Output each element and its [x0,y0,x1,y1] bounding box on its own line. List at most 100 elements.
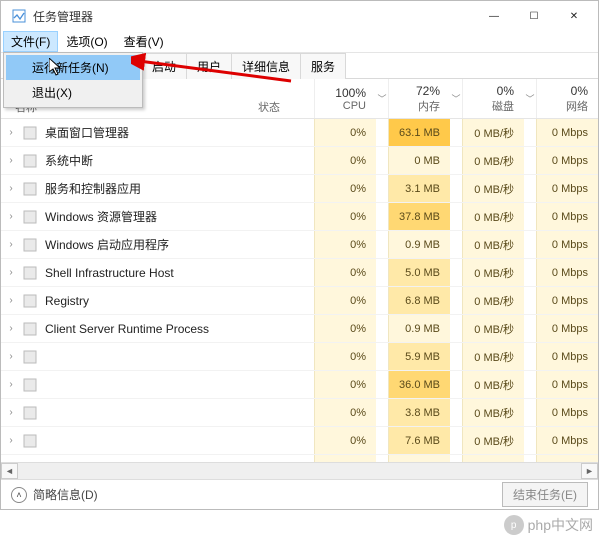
menubar: 文件(F) 选项(O) 查看(V) 运行新任务(N) 退出(X) [1,31,598,53]
process-name: 服务和控制器应用 [43,180,254,197]
process-name: 桌面窗口管理器 [43,124,254,141]
cell-network: 0 Mbps [536,455,598,462]
table-row[interactable]: ›Windows 启动应用程序0%0.9 MB0 MB/秒0 Mbps [1,231,598,259]
menu-view[interactable]: 查看(V) [116,31,172,52]
disk-percent: 0% [465,84,514,98]
col-header-memory[interactable]: 72% 内存 [388,79,450,118]
table-row[interactable]: ›服务和控制器应用0%3.1 MB0 MB/秒0 Mbps [1,175,598,203]
tab-users[interactable]: 用户 [186,53,232,79]
cell-disk: 0 MB/秒 [462,203,524,230]
process-icon [21,125,39,141]
cell-network: 0 Mbps [536,427,598,454]
col-header-disk[interactable]: 0% 磁盘 [462,79,524,118]
expand-icon[interactable]: › [1,155,21,166]
cell-disk: 0 MB/秒 [462,315,524,342]
sort-chevron-icon: ﹀ [450,79,462,118]
process-name: Windows 资源管理器 [43,208,254,225]
col-header-status[interactable]: 状态 [254,79,314,118]
tab-details[interactable]: 详细信息 [231,53,301,79]
process-name: 系统中断 [43,152,254,169]
cell-network: 0 Mbps [536,399,598,426]
scroll-left-button[interactable]: ◄ [1,463,18,479]
menu-exit[interactable]: 退出(X) [6,80,140,105]
table-row[interactable]: ›Client Server Runtime Process0%0.9 MB0 … [1,315,598,343]
menu-run-new-task[interactable]: 运行新任务(N) [6,55,140,80]
expand-icon[interactable]: › [1,323,21,334]
process-icon [21,405,39,421]
cell-disk: 0 MB/秒 [462,231,524,258]
maximize-button[interactable]: ☐ [514,2,554,30]
chevron-up-icon[interactable]: ˄ [11,487,27,503]
table-row[interactable]: ›0%2.0 MB0 MB/秒0 Mbps [1,455,598,462]
expand-icon[interactable]: › [1,127,21,138]
cell-memory: 3.8 MB [388,399,450,426]
cell-cpu: 0% [314,287,376,314]
titlebar[interactable]: 任务管理器 — ☐ ✕ [1,1,598,31]
process-icon [21,293,39,309]
col-header-network[interactable]: 0% 网络 [536,79,598,118]
cell-disk: 0 MB/秒 [462,399,524,426]
menu-options[interactable]: 选项(O) [58,31,115,52]
cell-network: 0 Mbps [536,259,598,286]
watermark: p php中文网 [504,515,593,535]
disk-label: 磁盘 [465,98,514,114]
memory-percent: 72% [391,84,440,98]
cell-cpu: 0% [314,175,376,202]
table-row[interactable]: ›系统中断0%0 MB0 MB/秒0 Mbps [1,147,598,175]
scroll-right-button[interactable]: ► [581,463,598,479]
cell-memory: 0.9 MB [388,315,450,342]
expand-icon[interactable]: › [1,211,21,222]
table-row[interactable]: ›0%5.9 MB0 MB/秒0 Mbps [1,343,598,371]
process-icon [21,349,39,365]
process-icon [21,321,39,337]
expand-icon[interactable]: › [1,239,21,250]
table-row[interactable]: ›Registry0%6.8 MB0 MB/秒0 Mbps [1,287,598,315]
expand-icon[interactable]: › [1,351,21,362]
cpu-label: CPU [317,100,366,112]
expand-icon[interactable]: › [1,379,21,390]
scroll-track[interactable] [18,463,581,479]
watermark-logo-icon: p [504,515,524,535]
table-row[interactable]: ›0%7.6 MB0 MB/秒0 Mbps [1,427,598,455]
table-row[interactable]: ›0%36.0 MB0 MB/秒0 Mbps [1,371,598,399]
cell-memory: 0 MB [388,147,450,174]
process-icon [21,209,39,225]
cell-cpu: 0% [314,343,376,370]
app-icon [11,8,27,24]
cell-memory: 5.9 MB [388,343,450,370]
expand-icon[interactable]: › [1,267,21,278]
cell-memory: 7.6 MB [388,427,450,454]
expand-icon[interactable]: › [1,295,21,306]
minimize-button[interactable]: — [474,2,514,30]
cell-memory: 3.1 MB [388,175,450,202]
cell-memory: 36.0 MB [388,371,450,398]
sort-chevron-icon: ﹀ [376,79,388,118]
horizontal-scrollbar[interactable]: ◄ ► [1,462,598,479]
close-button[interactable]: ✕ [554,2,594,30]
cell-disk: 0 MB/秒 [462,371,524,398]
end-task-button[interactable]: 结束任务(E) [502,482,588,507]
menu-file[interactable]: 文件(F) [3,31,58,52]
network-label: 网络 [539,98,588,114]
process-icon [21,265,39,281]
cell-disk: 0 MB/秒 [462,343,524,370]
table-row[interactable]: ›Shell Infrastructure Host0%5.0 MB0 MB/秒… [1,259,598,287]
process-icon [21,181,39,197]
fewer-details-link[interactable]: 简略信息(D) [33,486,98,503]
table-row[interactable]: ›Windows 资源管理器0%37.8 MB0 MB/秒0 Mbps [1,203,598,231]
cell-memory: 5.0 MB [388,259,450,286]
cell-cpu: 0% [314,119,376,146]
tab-services[interactable]: 服务 [300,53,346,79]
cell-cpu: 0% [314,259,376,286]
sort-chevron-icon: ﹀ [524,79,536,118]
tab-startup[interactable]: 启动 [141,53,187,79]
col-header-cpu[interactable]: 100% CPU [314,79,376,118]
cell-network: 0 Mbps [536,175,598,202]
expand-icon[interactable]: › [1,183,21,194]
expand-icon[interactable]: › [1,407,21,418]
table-row[interactable]: ›0%3.8 MB0 MB/秒0 Mbps [1,399,598,427]
cell-network: 0 Mbps [536,147,598,174]
process-icon [21,237,39,253]
expand-icon[interactable]: › [1,435,21,446]
table-row[interactable]: ›桌面窗口管理器0%63.1 MB0 MB/秒0 Mbps [1,119,598,147]
